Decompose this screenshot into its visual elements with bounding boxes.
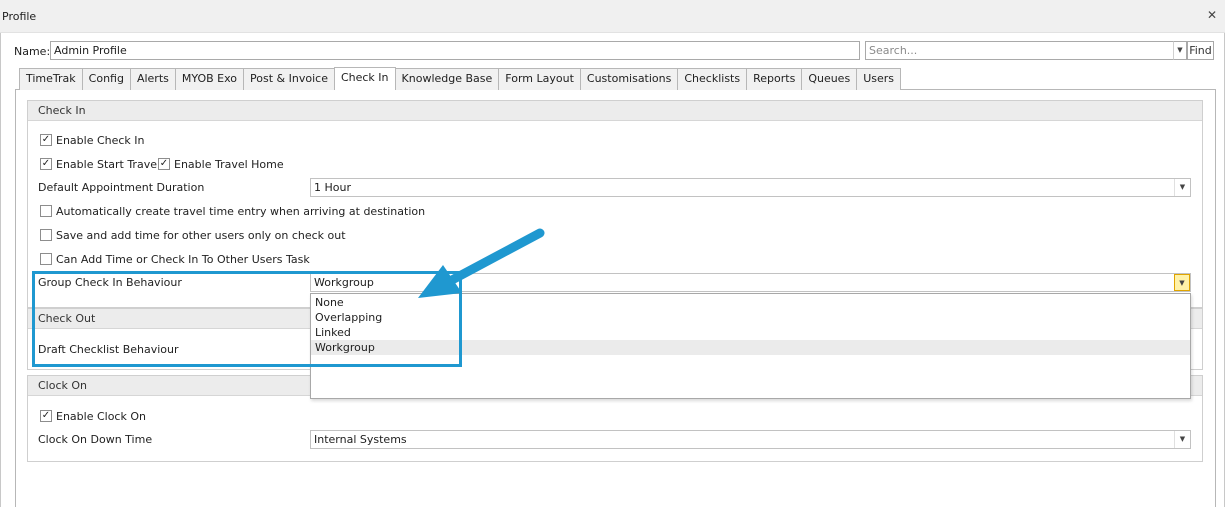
tab-timetrak[interactable]: TimeTrak (19, 68, 83, 90)
enable-travel-home-checkbox[interactable]: ✓ (158, 158, 170, 170)
save-add-time-label: Save and add time for other users only o… (56, 229, 346, 242)
name-label: Name: (14, 45, 51, 58)
can-add-time-checkbox[interactable] (40, 253, 52, 265)
tab-config[interactable]: Config (81, 68, 131, 90)
search-input[interactable]: Search... (865, 41, 1174, 60)
enable-check-in-checkbox[interactable]: ✓ (40, 134, 52, 146)
close-icon[interactable]: ✕ (1204, 7, 1220, 23)
chevron-down-icon: ▼ (1179, 435, 1186, 443)
can-add-time-label: Can Add Time or Check In To Other Users … (56, 253, 310, 266)
down-time-dropdown-button[interactable]: ▼ (1174, 431, 1190, 448)
annotation-highlight-box (32, 271, 462, 367)
enable-start-travel-label: Enable Start Travel (56, 158, 161, 171)
name-input[interactable]: Admin Profile (50, 41, 860, 60)
tab-checklists[interactable]: Checklists (677, 68, 748, 90)
check-in-header: Check In (28, 101, 1202, 121)
auto-travel-label: Automatically create travel time entry w… (56, 205, 426, 218)
enable-check-in-label: Enable Check In (56, 134, 145, 147)
down-time-label: Clock On Down Time (38, 433, 153, 446)
tab-strip: TimeTrak Config Alerts MYOB Exo Post & I… (19, 67, 901, 90)
down-time-combo[interactable]: Internal Systems (310, 430, 1191, 449)
default-duration-label: Default Appointment Duration (38, 181, 205, 194)
chevron-down-icon: ▼ (1179, 183, 1186, 191)
default-duration-dropdown-button[interactable]: ▼ (1174, 179, 1190, 196)
group-behaviour-dropdown-button[interactable]: ▼ (1174, 274, 1190, 291)
tab-customisations[interactable]: Customisations (579, 68, 679, 90)
tab-check-in[interactable]: Check In (333, 67, 396, 90)
title-bar (0, 0, 1225, 33)
tab-reports[interactable]: Reports (746, 68, 803, 90)
chevron-down-icon: ▼ (1177, 46, 1183, 54)
enable-travel-home-label: Enable Travel Home (174, 158, 284, 171)
search-dropdown-button[interactable]: ▼ (1173, 41, 1187, 60)
enable-clock-on-label: Enable Clock On (56, 410, 146, 423)
default-duration-value: 1 Hour (314, 181, 351, 194)
find-button[interactable]: Find (1187, 41, 1214, 60)
chevron-down-icon: ▼ (1179, 279, 1185, 287)
tab-alerts[interactable]: Alerts (129, 68, 176, 90)
tab-post-invoice[interactable]: Post & Invoice (243, 68, 335, 90)
tab-myob-exo[interactable]: MYOB Exo (174, 68, 245, 90)
default-duration-combo[interactable]: 1 Hour (310, 178, 1191, 197)
tab-knowledge-base[interactable]: Knowledge Base (394, 68, 500, 90)
tab-form-layout[interactable]: Form Layout (498, 68, 581, 90)
tab-queues[interactable]: Queues (801, 68, 858, 90)
window-title: Profile (2, 10, 37, 23)
enable-start-travel-checkbox[interactable]: ✓ (40, 158, 52, 170)
save-add-time-checkbox[interactable] (40, 229, 52, 241)
auto-travel-checkbox[interactable] (40, 205, 52, 217)
tab-users[interactable]: Users (856, 68, 901, 90)
down-time-value: Internal Systems (314, 433, 407, 446)
enable-clock-on-checkbox[interactable]: ✓ (40, 410, 52, 422)
